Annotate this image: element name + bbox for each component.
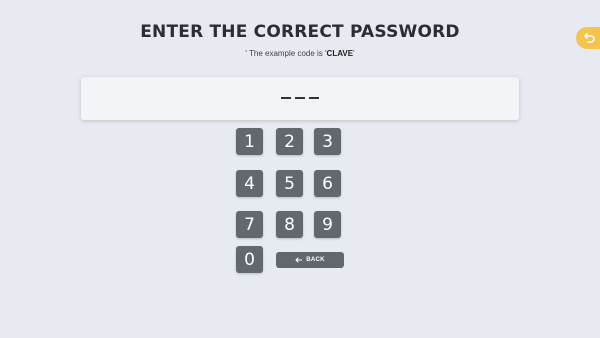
password-slots (81, 97, 519, 99)
undo-button[interactable] (576, 27, 600, 49)
hint-suffix: ' (353, 49, 355, 58)
password-slot (295, 97, 305, 99)
password-slot (281, 97, 291, 99)
page-title: ENTER THE CORRECT PASSWORD (140, 22, 460, 42)
key-2[interactable]: 2 (276, 128, 303, 155)
key-4[interactable]: 4 (236, 170, 263, 197)
password-display (81, 77, 519, 120)
hint-prefix: ' The example code is ' (245, 49, 327, 58)
hint-code: CLAVE (326, 49, 354, 58)
password-slot (309, 97, 319, 99)
key-7[interactable]: 7 (236, 211, 263, 238)
back-button[interactable]: BACK (276, 252, 344, 268)
key-0[interactable]: 0 (236, 246, 263, 273)
key-9[interactable]: 9 (314, 211, 341, 238)
back-label: BACK (306, 257, 325, 263)
key-8[interactable]: 8 (276, 211, 303, 238)
arrow-left-icon (295, 257, 303, 263)
key-1[interactable]: 1 (236, 128, 263, 155)
hint-text: ' The example code is 'CLAVE' (0, 49, 600, 58)
key-5[interactable]: 5 (276, 170, 303, 197)
undo-arrow-icon (584, 33, 595, 43)
key-3[interactable]: 3 (314, 128, 341, 155)
key-6[interactable]: 6 (314, 170, 341, 197)
